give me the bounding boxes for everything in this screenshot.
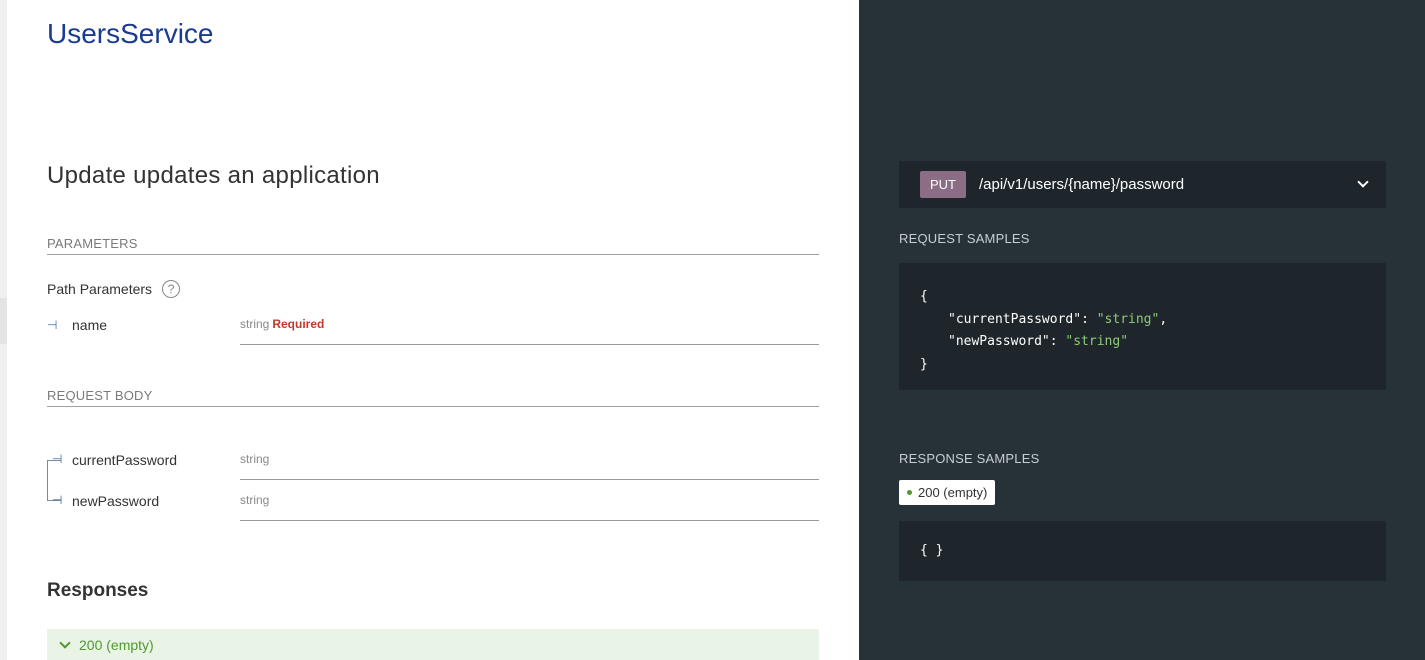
help-icon[interactable]: ? (162, 280, 181, 298)
status-dot-icon (907, 490, 912, 495)
param-name: name (72, 317, 108, 333)
param-tree-icon: ⊣ (47, 318, 58, 332)
service-title: UsersService (47, 18, 214, 49)
code-close-brace: } (920, 356, 928, 372)
code-line: "currentPassword": "string", (920, 309, 1365, 332)
json-key: "newPassword" (948, 334, 1050, 349)
right-panel: PUT /api/v1/users/{name}/password REQUES… (859, 0, 1425, 660)
path-parameters-text: Path Parameters (47, 281, 153, 297)
field-name-current-password: currentPassword (72, 452, 178, 468)
path-parameters-label: Path Parameters ? (47, 280, 181, 298)
field-tree-icon: ⊣ (52, 493, 63, 507)
field-type-cell: string (240, 452, 819, 480)
request-sample-code: { "currentPassword": "string", "newPassw… (899, 263, 1386, 390)
json-sep: : (1049, 334, 1066, 349)
param-type: string (240, 317, 270, 331)
json-key: "currentPassword" (948, 311, 1082, 327)
field-type: string (240, 452, 270, 466)
http-method-badge: PUT (920, 171, 966, 198)
field-type: string (240, 493, 270, 507)
response-200-row[interactable]: 200 (empty) (47, 629, 819, 660)
responses-title: Responses (47, 580, 149, 601)
chevron-down-icon (59, 636, 71, 649)
required-badge: Required (272, 317, 325, 331)
response-label: 200 (empty) (79, 636, 154, 653)
json-string-value: "string" (1065, 334, 1129, 349)
response-samples-heading: RESPONSE SAMPLES (899, 451, 1040, 466)
field-tree-icon: ⊣ (52, 452, 63, 466)
operation-title: Update updates an application (47, 162, 380, 189)
code-line: "newPassword": "string" (920, 331, 1365, 354)
main-content: UsersService Update updates an applicati… (0, 0, 859, 660)
field-type-cell: string (240, 493, 819, 521)
json-string-value: "string" (1096, 311, 1160, 327)
response-sample-code: { } (899, 521, 1386, 581)
json-sep: : (1081, 311, 1097, 327)
param-type-cell: string Required (240, 317, 819, 345)
response-body: { } (920, 543, 944, 558)
endpoint-path: /api/v1/users/{name}/password (979, 176, 1185, 193)
code-open-brace: { (920, 289, 928, 304)
field-name-new-password: newPassword (72, 493, 160, 509)
json-trail: , (1159, 311, 1168, 327)
parameters-heading: PARAMETERS (47, 236, 819, 255)
response-tab-label: 200 (empty) (918, 485, 988, 500)
response-tab-200[interactable]: 200 (empty) (899, 480, 996, 505)
request-samples-heading: REQUEST SAMPLES (899, 231, 1030, 246)
request-body-heading: REQUEST BODY (47, 388, 819, 407)
chevron-down-icon[interactable] (1357, 176, 1369, 188)
endpoint-dropdown[interactable]: PUT /api/v1/users/{name}/password (899, 161, 1386, 208)
